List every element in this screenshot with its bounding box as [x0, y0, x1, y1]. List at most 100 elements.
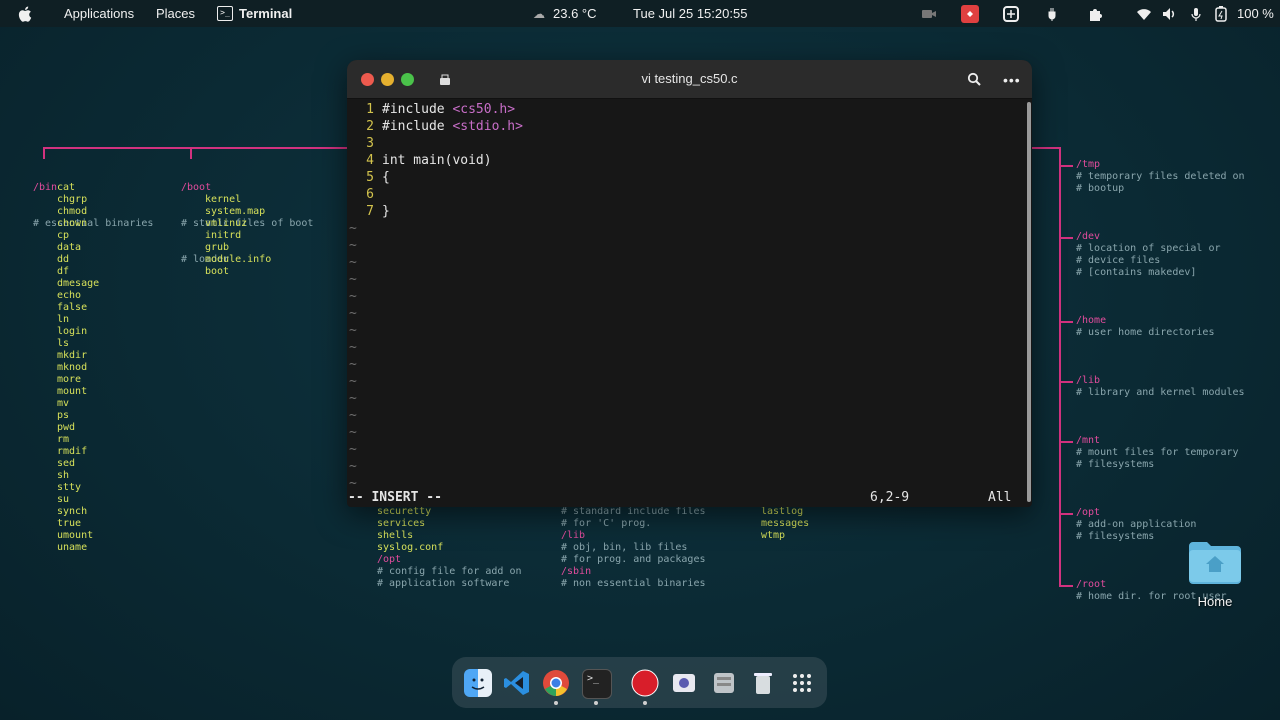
wallpaper-bottom-col2: # standard include files # for 'C' prog. /…	[561, 506, 706, 590]
code-line[interactable]: 3	[347, 135, 382, 152]
code-line[interactable]: 7}	[347, 203, 390, 220]
wallpaper-bin-item: mkdir	[57, 350, 88, 361]
menu-kebab-icon[interactable]: •••	[1003, 72, 1021, 88]
empty-line-tilde: ~	[349, 459, 357, 474]
code-line[interactable]: 6	[347, 186, 382, 203]
active-app-menu[interactable]: >_ Terminal	[217, 0, 292, 27]
wallpaper-right-comment: # filesystems	[1076, 459, 1155, 470]
empty-line-tilde: ~	[349, 221, 357, 236]
empty-line-tilde: ~	[349, 323, 357, 338]
vim-statusline: -- INSERT -- 6,2-9 All	[347, 489, 1027, 506]
code-plain: #include	[382, 102, 453, 117]
wallpaper-bin-item: mv	[57, 398, 70, 409]
wallpaper-bin-item: ls	[57, 338, 70, 349]
wallpaper-right-comment: # location of special or	[1076, 243, 1221, 254]
wallpaper-right-block: /dev # location of special or # device fil…	[1076, 231, 1221, 279]
search-icon[interactable]	[967, 72, 981, 91]
wallpaper-tree-line-right	[1030, 147, 1060, 149]
power-plug-icon[interactable]	[1046, 0, 1058, 27]
extensions-puzzle-icon[interactable]	[1088, 0, 1104, 27]
tree-tick	[1059, 381, 1073, 383]
code-text: }	[382, 204, 390, 219]
code-line[interactable]: 1 #include <cs50.h>	[347, 101, 515, 118]
sync-icon[interactable]	[1003, 0, 1019, 27]
wallpaper-bottom-entry: /sbin	[561, 566, 592, 577]
clock[interactable]: Tue Jul 25 15:20:55	[633, 0, 747, 27]
empty-line-tilde: ~	[349, 255, 357, 270]
terminal-scrollbar[interactable]	[1027, 102, 1031, 502]
wallpaper-boot-item: initrd	[205, 230, 242, 241]
wallpaper-bottom-item: services	[377, 518, 426, 529]
empty-line-tilde: ~	[349, 272, 357, 287]
volume-icon[interactable]	[1162, 0, 1178, 27]
code-plain: }	[382, 204, 390, 219]
wifi-icon[interactable]	[1136, 0, 1152, 27]
line-number: 1	[366, 102, 374, 117]
code-line[interactable]: 2 #include <stdio.h>	[347, 118, 523, 135]
finder-icon[interactable]	[464, 669, 492, 697]
wallpaper-boot-item: boot	[205, 266, 230, 277]
wallpaper-right-comment: # user home directories	[1076, 327, 1215, 338]
wallpaper-boot-item: system.map	[205, 206, 266, 217]
wallpaper-bin-item: echo	[57, 290, 82, 301]
battery-percent: 100 %	[1237, 6, 1274, 21]
line-number: 5	[366, 170, 374, 185]
weather-widget[interactable]: ☁ 23.6 °C	[533, 0, 597, 27]
wallpaper-bin-item: stty	[57, 482, 82, 493]
wallpaper-right-comment: # device files	[1076, 255, 1161, 266]
terminal-running-indicator	[594, 701, 598, 705]
code-text: #include <stdio.h>	[382, 119, 523, 134]
wallpaper-boot-dir: /boot	[181, 182, 212, 193]
microphone-icon[interactable]	[1191, 0, 1201, 27]
home-folder-icon[interactable]	[1187, 540, 1243, 584]
wallpaper-bin-item: ps	[57, 410, 70, 421]
wallpaper-right-block: /lib # library and kernel modules	[1076, 375, 1245, 399]
wallpaper-tree-vertical-right	[1059, 147, 1061, 587]
applications-menu[interactable]: Applications	[64, 0, 134, 27]
home-folder-label[interactable]: Home	[1187, 594, 1243, 609]
camera-icon[interactable]	[921, 0, 937, 27]
record-icon[interactable]	[631, 669, 659, 697]
tree-tick	[1059, 165, 1073, 167]
tree-tick	[1059, 321, 1073, 323]
wallpaper-bin-item: sed	[57, 458, 76, 469]
anydesk-icon[interactable]	[961, 0, 979, 27]
trash-icon[interactable]	[749, 669, 777, 697]
wallpaper-right-dir: /lib	[1076, 375, 1101, 386]
wallpaper-right-dir: /home	[1076, 315, 1107, 326]
wallpaper-bin-item: chmod	[57, 206, 88, 217]
wallpaper-right-dir: /opt	[1076, 507, 1101, 518]
apple-menu-icon[interactable]	[18, 0, 34, 27]
places-menu[interactable]: Places	[156, 0, 195, 27]
tree-tick	[1059, 513, 1073, 515]
wallpaper-right-dir: /dev	[1076, 231, 1101, 242]
vim-editor[interactable]: 1 #include <cs50.h> 2 #include <stdio.h> 3 4 i…	[347, 99, 1027, 507]
screenshot-icon[interactable]	[670, 669, 698, 697]
vscode-icon[interactable]	[503, 669, 531, 697]
terminal-window[interactable]: vi testing_cs50.c ••• 1 #include <cs50.h>…	[347, 60, 1032, 507]
wallpaper-right-block: /mnt # mount files for temporary # filesys…	[1076, 435, 1239, 471]
terminal-icon[interactable]: >_	[582, 669, 612, 699]
wallpaper-bin-item: rmdif	[57, 446, 88, 457]
code-line[interactable]: 4 int main(void)	[347, 152, 491, 169]
wallpaper-right-block: /tmp # temporary files deleted on # bootup	[1076, 159, 1245, 195]
empty-line-tilde: ~	[349, 442, 357, 457]
app-grid-icon[interactable]	[788, 669, 816, 697]
wallpaper-bin-item: su	[57, 494, 70, 505]
active-app-label: Terminal	[239, 6, 293, 21]
wallpaper-boot-item: vmlinuz	[205, 218, 248, 229]
wallpaper-bottom-comment: # application software	[377, 578, 510, 589]
terminal-small-icon: >_	[217, 6, 233, 21]
wallpaper-right-comment: # temporary files deleted on	[1076, 171, 1245, 182]
wallpaper-right-dir: /tmp	[1076, 159, 1101, 170]
line-number: 3	[366, 136, 374, 151]
terminal-titlebar[interactable]: vi testing_cs50.c •••	[347, 60, 1032, 99]
chrome-icon[interactable]	[542, 669, 570, 697]
wallpaper-right-block: /home # user home directories	[1076, 315, 1214, 339]
files-icon[interactable]	[710, 669, 738, 697]
battery-icon[interactable]	[1215, 0, 1227, 27]
wallpaper-bottom-entry: # for 'C' prog.	[561, 518, 652, 529]
code-line[interactable]: 5{	[347, 169, 390, 186]
code-plain: {	[382, 170, 390, 185]
record-running-indicator	[643, 701, 647, 705]
